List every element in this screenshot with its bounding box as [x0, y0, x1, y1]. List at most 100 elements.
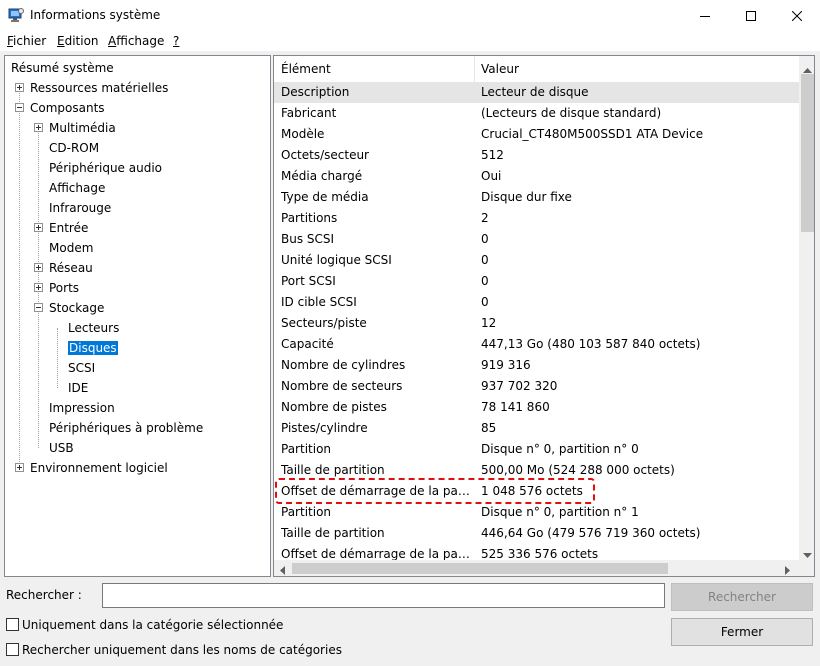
- table-row[interactable]: Fabricant (Lecteurs de disque standard): [274, 103, 799, 124]
- search-input[interactable]: [102, 583, 665, 608]
- collapse-icon[interactable]: [15, 103, 24, 112]
- tree-item[interactable]: USB: [49, 438, 74, 458]
- cell-value: Disque n° 0, partition n° 1: [481, 505, 639, 519]
- search-label: Rechercher :: [6, 588, 82, 602]
- table-row[interactable]: ID cible SCSI 0: [274, 292, 799, 313]
- tree-item[interactable]: SCSI: [68, 358, 95, 378]
- scroll-down-arrow-icon[interactable]: [803, 547, 812, 561]
- table-row[interactable]: Pistes/cylindre 85: [274, 418, 799, 439]
- category-tree[interactable]: Résumé système Ressources matérielles Com…: [4, 55, 271, 577]
- table-row[interactable]: Taille de partition 446,64 Go (479 576 71…: [274, 523, 799, 544]
- tree-item-label: Environnement logiciel: [30, 461, 168, 475]
- cell-value: Oui: [481, 169, 502, 183]
- collapse-icon[interactable]: [34, 303, 43, 312]
- tree-item-label: Ressources matérielles: [30, 81, 169, 95]
- column-header-element[interactable]: Élément: [281, 62, 331, 76]
- expand-icon[interactable]: [34, 223, 43, 232]
- column-header-valeur[interactable]: Valeur: [481, 62, 519, 76]
- window-title: Informations système: [30, 8, 161, 22]
- tree-item[interactable]: Entrée: [34, 218, 89, 238]
- tree-item[interactable]: Lecteurs: [68, 318, 119, 338]
- close-window-button[interactable]: [774, 0, 820, 31]
- tree-item[interactable]: Périphériques à problème: [49, 418, 203, 438]
- tree-item[interactable]: IDE: [68, 378, 88, 398]
- scroll-left-arrow-icon[interactable]: [280, 564, 285, 576]
- tree-item[interactable]: Modem: [49, 238, 93, 258]
- expand-icon[interactable]: [34, 263, 43, 272]
- tree-item-label: Lecteurs: [68, 321, 120, 335]
- tree-item[interactable]: Impression: [49, 398, 115, 418]
- close-button[interactable]: Fermer: [671, 618, 813, 646]
- column-divider[interactable]: [474, 56, 475, 82]
- checkbox-category-names[interactable]: [6, 643, 19, 656]
- tree-item[interactable]: Multimédia: [34, 118, 116, 138]
- cell-value: 447,13 Go (480 103 587 840 octets): [481, 337, 701, 351]
- table-row[interactable]: Unité logique SCSI 0: [274, 250, 799, 271]
- cell-element: Modèle: [281, 127, 325, 141]
- menu-fichier[interactable]: Fichier: [7, 34, 46, 48]
- tree-item[interactable]: CD-ROM: [49, 138, 99, 158]
- expand-icon[interactable]: [34, 283, 43, 292]
- tree-item[interactable]: Infrarouge: [49, 198, 111, 218]
- vertical-scrollbar[interactable]: [799, 56, 814, 561]
- table-row[interactable]: Nombre de cylindres 919 316: [274, 355, 799, 376]
- tree-item[interactable]: Réseau: [34, 258, 93, 278]
- checkbox-label: Uniquement dans la catégorie sélectionné…: [22, 618, 284, 632]
- table-row[interactable]: Partitions 2: [274, 208, 799, 229]
- tree-item[interactable]: Ressources matérielles: [15, 78, 169, 98]
- tree-item-label: Multimédia: [49, 121, 116, 135]
- minimize-button[interactable]: [682, 0, 728, 31]
- tree-item[interactable]: Environnement logiciel: [15, 458, 168, 478]
- tree-item-label: Réseau: [49, 261, 93, 275]
- table-row[interactable]: Capacité 447,13 Go (480 103 587 840 octet…: [274, 334, 799, 355]
- menu-help[interactable]: ?: [173, 34, 179, 48]
- table-row[interactable]: Type de média Disque dur fixe: [274, 187, 799, 208]
- tree-item-resume-systeme[interactable]: Résumé système: [11, 58, 114, 78]
- tree-item[interactable]: Affichage: [49, 178, 105, 198]
- table-row[interactable]: Partition Disque n° 0, partition n° 1: [274, 502, 799, 523]
- table-row[interactable]: Secteurs/piste 12: [274, 313, 799, 334]
- cell-value: Crucial_CT480M500SSD1 ATA Device: [481, 127, 704, 141]
- tree-item[interactable]: Stockage: [34, 298, 105, 318]
- details-list[interactable]: Élément Valeur Description Lecteur de dis…: [273, 55, 815, 577]
- checkbox-selected-category[interactable]: [6, 618, 19, 631]
- cell-value: 937 702 320: [481, 379, 558, 393]
- title-bar: Informations système: [0, 0, 820, 31]
- tree-item[interactable]: Ports: [34, 278, 79, 298]
- tree-item[interactable]: Périphérique audio: [49, 158, 162, 178]
- maximize-button[interactable]: [728, 0, 774, 31]
- tree-item-label: Périphérique audio: [49, 161, 163, 175]
- menu-edition[interactable]: Edition: [57, 34, 99, 48]
- horizontal-scrollbar[interactable]: [274, 560, 799, 576]
- cell-value: (Lecteurs de disque standard): [481, 106, 662, 120]
- scroll-right-arrow-icon[interactable]: [785, 564, 790, 576]
- search-button[interactable]: Rechercher: [671, 583, 813, 611]
- tree-item[interactable]: Disques: [68, 338, 118, 358]
- expand-icon[interactable]: [15, 83, 24, 92]
- table-row[interactable]: Octets/secteur 512: [274, 145, 799, 166]
- menu-affichage[interactable]: Affichage: [108, 34, 164, 48]
- expand-icon[interactable]: [15, 463, 24, 472]
- expand-icon[interactable]: [34, 123, 43, 132]
- vertical-scroll-thumb[interactable]: [801, 74, 814, 232]
- cell-element: Partitions: [281, 211, 338, 225]
- cell-value: Disque dur fixe: [481, 190, 572, 204]
- table-row[interactable]: Bus SCSI 0: [274, 229, 799, 250]
- table-row[interactable]: Média chargé Oui: [274, 166, 799, 187]
- horizontal-scroll-thumb[interactable]: [292, 563, 668, 574]
- tree-connector: [19, 88, 20, 468]
- table-row[interactable]: Nombre de pistes 78 141 860: [274, 397, 799, 418]
- table-row[interactable]: Partition Disque n° 0, partition n° 0: [274, 439, 799, 460]
- table-row[interactable]: Port SCSI 0: [274, 271, 799, 292]
- tree-item-label: Disques: [68, 341, 118, 355]
- tree-item-label: Modem: [49, 241, 94, 255]
- tree-item-label: Entrée: [49, 221, 89, 235]
- tree-item[interactable]: Composants: [15, 98, 105, 118]
- table-row[interactable]: Description Lecteur de disque: [274, 82, 799, 103]
- table-row[interactable]: Modèle Crucial_CT480M500SSD1 ATA Device: [274, 124, 799, 145]
- cell-element: Pistes/cylindre: [281, 421, 368, 435]
- table-row[interactable]: Nombre de secteurs 937 702 320: [274, 376, 799, 397]
- checkbox-label: Rechercher uniquement dans les noms de c…: [22, 643, 342, 657]
- cell-element: Taille de partition: [281, 526, 385, 540]
- tree-item-label: Stockage: [49, 301, 105, 315]
